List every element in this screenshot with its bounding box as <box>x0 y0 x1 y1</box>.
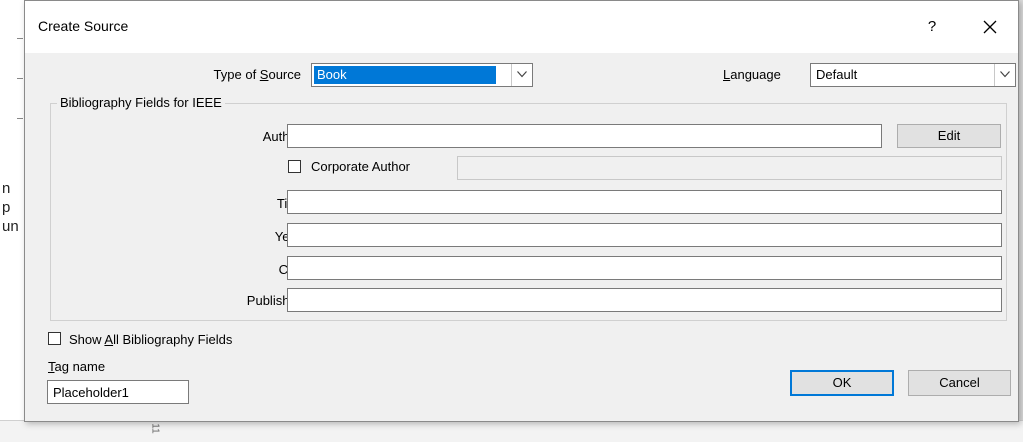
author-label: Author <box>262 129 301 144</box>
show-all-fields-label: Show All Bibliography Fields <box>69 332 233 347</box>
show-all-fields-checkbox[interactable] <box>48 332 61 345</box>
ok-button[interactable]: OK <box>790 370 894 396</box>
help-button[interactable]: ? <box>919 14 945 40</box>
year-input[interactable] <box>287 223 1002 247</box>
ruler-mark: 11 <box>149 423 161 434</box>
close-button[interactable] <box>975 13 1005 41</box>
tag-name-input[interactable] <box>47 380 189 404</box>
city-input[interactable] <box>287 256 1002 280</box>
close-icon <box>983 20 997 34</box>
year-label: Year <box>175 229 301 244</box>
corporate-author-checkbox[interactable] <box>288 160 301 173</box>
chevron-down-icon <box>517 71 527 78</box>
chevron-down-icon <box>1000 71 1010 78</box>
corporate-author-label: Corporate Author <box>311 159 411 174</box>
title-input[interactable] <box>287 190 1002 214</box>
author-input[interactable] <box>287 124 882 148</box>
language-dropdown[interactable]: Default <box>810 63 1016 87</box>
source-type-dropdown-button[interactable] <box>511 64 532 86</box>
bibliography-fields-group-label: Bibliography Fields for IEEE <box>57 95 225 110</box>
source-type-dropdown[interactable]: Book <box>311 63 533 87</box>
source-type-value: Book <box>314 66 496 84</box>
title-label: Title <box>175 196 301 211</box>
source-type-label: Type of Source <box>213 67 301 82</box>
language-label: Language <box>723 67 781 82</box>
city-label: City <box>175 262 301 277</box>
dialog-titlebar: Create Source ? <box>25 1 1018 53</box>
ruler-tick <box>17 78 23 79</box>
document-text-fragment: n <box>2 180 11 197</box>
publisher-input[interactable] <box>287 288 1002 312</box>
document-bottom-strip: 11 <box>0 420 1023 442</box>
language-value: Default <box>816 67 858 82</box>
corporate-author-input[interactable] <box>457 156 1002 180</box>
dialog-title: Create Source <box>38 18 129 34</box>
document-text-fragment: un <box>2 218 19 235</box>
document-text-fragment: p <box>2 199 11 216</box>
language-dropdown-button[interactable] <box>994 64 1015 86</box>
ruler-tick <box>17 118 23 119</box>
tag-name-label: Tag name <box>48 359 106 374</box>
publisher-label: Publisher <box>246 293 301 308</box>
ruler-tick <box>17 38 23 39</box>
cancel-button[interactable]: Cancel <box>908 370 1011 396</box>
edit-button[interactable]: Edit <box>897 124 1001 148</box>
create-source-dialog: Create Source ? Type of Source Book Lang… <box>24 0 1019 422</box>
